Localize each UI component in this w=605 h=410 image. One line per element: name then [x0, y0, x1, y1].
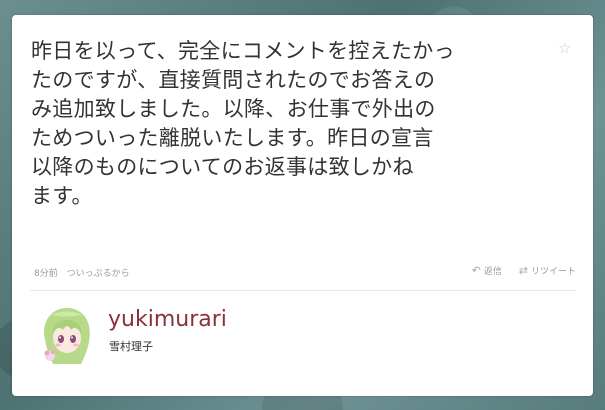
tweet-line: 昨日を以って、完全にコメントを控えたかっ — [31, 39, 455, 63]
reply-arrow-icon: ↶ — [471, 264, 481, 277]
username[interactable]: yukimurari — [108, 307, 227, 332]
retweet-icon: ⇄ — [518, 264, 528, 277]
reply-label: 返信 — [483, 267, 502, 277]
tweet-line: ます。 — [31, 184, 93, 208]
reply-button[interactable]: ↶ 返信 — [472, 264, 502, 277]
tweet-meta-left: 8分前 ついっぷるから — [34, 266, 136, 279]
tweet-line: 以降のものについてのお返事は致しかね — [31, 155, 414, 179]
tweet-line: ためついった離脱いたします。昨日の宣言 — [31, 126, 434, 150]
tweet-card: 昨日を以って、完全にコメントを控えたかっ たのですが、直接質問されたのでお答えの… — [12, 15, 593, 396]
star-icon[interactable]: ☆ — [558, 39, 571, 57]
full-name: 雪村理子 — [109, 340, 153, 353]
tweet-actions: ↶ 返信 ⇄ リツイート — [458, 264, 576, 277]
tweet-meta: 8分前 ついっぷるから ↶ 返信 ⇄ リツイート — [34, 264, 576, 280]
tweet-line: み追加致しました。以降、お仕事で外出の — [31, 97, 436, 121]
tweet-text: 昨日を以って、完全にコメントを控えたかっ たのですが、直接質問されたのでお答えの… — [31, 37, 561, 211]
timestamp[interactable]: 8分前 — [34, 269, 58, 279]
retweet-button[interactable]: ⇄ リツイート — [519, 264, 576, 277]
avatar-image — [37, 304, 97, 366]
avatar[interactable] — [37, 304, 97, 366]
tweet-source[interactable]: ついっぷるから — [67, 269, 130, 279]
retweet-label: リツイート — [530, 267, 576, 277]
tweet-line: たのですが、直接質問されたのでお答えの — [31, 68, 436, 92]
divider — [30, 290, 576, 291]
